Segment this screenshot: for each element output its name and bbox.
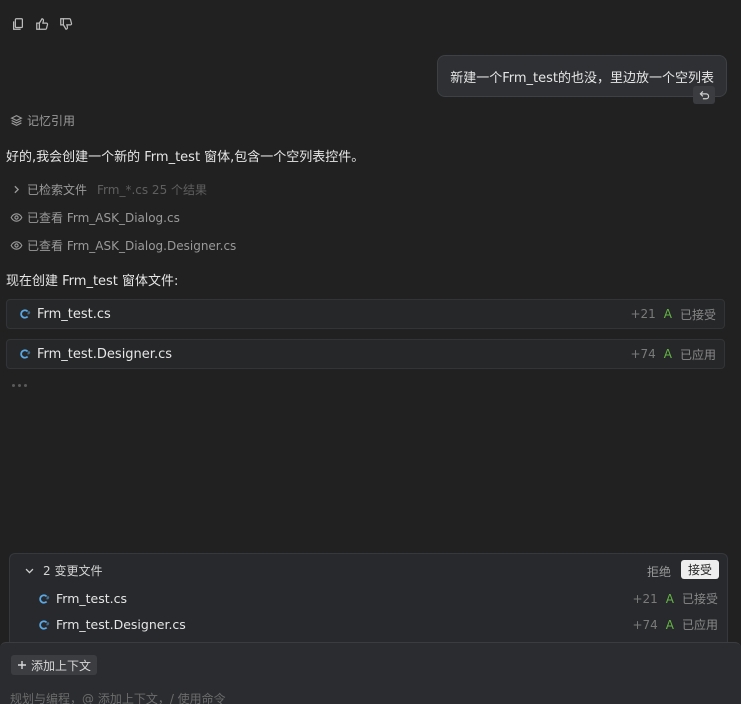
- changes-panel: 2 变更文件 拒绝 接受 # Frm_test.cs +21 A 已接受 # F…: [9, 553, 728, 653]
- changes-toggle[interactable]: 2 变更文件: [24, 562, 102, 579]
- csharp-file-icon: #: [39, 619, 50, 630]
- copy-icon[interactable]: [10, 16, 26, 32]
- user-message-text: 新建一个Frm_test的也没，里边放一个空列表: [450, 70, 714, 86]
- change-file-frm-test-designer[interactable]: # Frm_test.Designer.cs +74 A 已应用: [38, 616, 718, 633]
- file-card-frm-test[interactable]: # Frm_test.cs +21 A 已接受: [6, 299, 725, 329]
- added-marker: A: [665, 617, 674, 632]
- memory-reference[interactable]: 记忆引用: [10, 112, 75, 129]
- chat-input[interactable]: [10, 689, 710, 704]
- lines-added: +74: [630, 347, 656, 361]
- add-context-label: 添加上下文: [31, 658, 92, 673]
- add-context-button[interactable]: 添加上下文: [11, 655, 98, 675]
- csharp-file-icon: #: [39, 593, 50, 604]
- step-label: 已查看 Frm_ASK_Dialog.cs: [27, 211, 180, 225]
- svg-text:#: #: [27, 350, 31, 356]
- reject-button[interactable]: 拒绝: [647, 563, 671, 580]
- step-detail: Frm_*.cs 25 个结果: [97, 183, 208, 197]
- file-name: Frm_test.cs: [37, 306, 111, 322]
- thumbs-up-icon[interactable]: [34, 16, 50, 32]
- accept-button[interactable]: 接受: [680, 560, 719, 579]
- svg-text:#: #: [27, 310, 31, 316]
- chevron-down-icon: [25, 568, 34, 574]
- memory-reference-label: 记忆引用: [27, 114, 76, 128]
- undo-icon: [699, 90, 709, 99]
- thumbs-down-icon[interactable]: [58, 16, 74, 32]
- csharp-file-icon: #: [20, 349, 31, 359]
- lines-added: +21: [632, 591, 658, 606]
- undo-button[interactable]: [693, 86, 715, 104]
- file-name: Frm_test.cs: [56, 591, 127, 606]
- svg-text:#: #: [46, 621, 50, 627]
- file-status: 已应用: [679, 347, 716, 362]
- step-viewed-designer[interactable]: 已查看 Frm_ASK_Dialog.Designer.cs: [10, 237, 236, 254]
- chat-panel: 新建一个Frm_test的也没，里边放一个空列表 记忆引用 好的,我会创建一个新…: [0, 0, 741, 704]
- layers-icon: [10, 114, 23, 127]
- file-name: Frm_test.Designer.cs: [37, 346, 172, 362]
- lines-added: +21: [630, 307, 656, 321]
- added-marker: A: [663, 307, 672, 321]
- added-marker: A: [665, 591, 674, 606]
- step-label: 已检索文件: [27, 183, 88, 197]
- chat-input-panel: 添加上下文: [0, 642, 741, 704]
- eye-icon: [10, 213, 23, 222]
- step-viewed-dialog[interactable]: 已查看 Frm_ASK_Dialog.cs: [10, 209, 180, 226]
- chevron-right-icon: [14, 185, 20, 194]
- changes-title: 2 变更文件: [43, 564, 103, 578]
- assistant-intro-text: 好的,我会创建一个新的 Frm_test 窗体,包含一个空列表控件。: [6, 150, 365, 165]
- file-status: 已应用: [681, 618, 718, 632]
- creating-files-text: 现在创建 Frm_test 窗体文件:: [6, 274, 179, 289]
- svg-text:#: #: [46, 595, 50, 601]
- lines-added: +74: [632, 617, 658, 632]
- feedback-toolbar: [10, 16, 74, 32]
- file-status: 已接受: [679, 307, 716, 322]
- file-status: 已接受: [681, 592, 718, 606]
- user-message-bubble: 新建一个Frm_test的也没，里边放一个空列表: [437, 55, 727, 97]
- file-name: Frm_test.Designer.cs: [56, 617, 186, 632]
- step-searched-files[interactable]: 已检索文件 Frm_*.cs 25 个结果: [10, 181, 207, 198]
- file-card-frm-test-designer[interactable]: # Frm_test.Designer.cs +74 A 已应用: [6, 339, 725, 369]
- step-label: 已查看 Frm_ASK_Dialog.Designer.cs: [27, 239, 237, 253]
- plus-icon: [18, 661, 26, 669]
- csharp-file-icon: #: [20, 309, 31, 319]
- added-marker: A: [663, 347, 672, 361]
- change-file-frm-test[interactable]: # Frm_test.cs +21 A 已接受: [38, 590, 718, 607]
- loading-indicator: [12, 384, 27, 387]
- eye-icon: [10, 241, 23, 250]
